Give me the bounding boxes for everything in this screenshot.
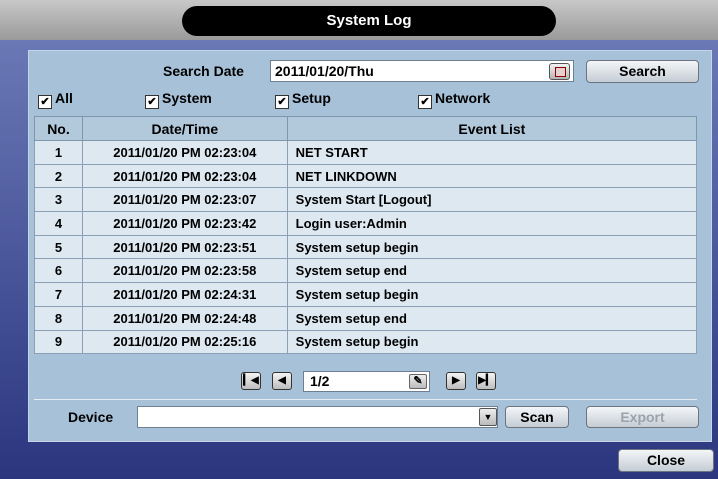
table-row[interactable]: 1 2011/01/20 PM 02:23:04 NET START — [34, 140, 698, 165]
table-row[interactable]: 5 2011/01/20 PM 02:23:51 System setup begi… — [34, 234, 698, 260]
table-row[interactable]: 8 2011/01/20 PM 02:24:48 System setup end — [34, 305, 698, 331]
row-datetime: 2011/01/20 PM 02:24:48 — [81, 305, 288, 331]
row-event: NET START — [286, 140, 698, 165]
check-icon: ✔ — [418, 95, 432, 109]
scan-button[interactable]: Scan — [505, 406, 569, 428]
filter-all-label: All — [55, 90, 73, 106]
row-event: System Start [Logout] — [286, 187, 698, 213]
filter-all-checkbox[interactable]: ✔ All — [38, 90, 73, 109]
row-no: 7 — [34, 282, 83, 307]
row-event: System setup begin — [286, 234, 698, 260]
row-event: System setup begin — [286, 329, 698, 355]
row-no: 6 — [34, 258, 83, 284]
row-event: Login user:Admin — [286, 211, 698, 236]
close-button[interactable]: Close — [618, 449, 714, 472]
column-header-datetime: Date/Time — [81, 116, 288, 141]
table-row[interactable]: 4 2011/01/20 PM 02:23:42 Login user:Admin — [34, 211, 698, 236]
system-log-window: System Log Search Date 2011/01/20/Thu Se… — [0, 0, 718, 479]
filter-network-checkbox[interactable]: ✔ Network — [418, 90, 491, 109]
export-button[interactable]: Export — [586, 406, 699, 428]
filter-setup-label: Setup — [292, 90, 331, 106]
device-label: Device — [68, 409, 114, 425]
row-datetime: 2011/01/20 PM 02:23:42 — [81, 211, 288, 236]
first-page-icon[interactable]: ▎◀ — [241, 372, 261, 390]
device-select[interactable] — [137, 406, 498, 428]
row-event: NET LINKDOWN — [286, 163, 698, 189]
table-row[interactable]: 2 2011/01/20 PM 02:23:04 NET LINKDOWN — [34, 163, 698, 189]
filter-system-label: System — [162, 90, 212, 106]
row-datetime: 2011/01/20 PM 02:24:31 — [81, 282, 288, 307]
column-header-event: Event List — [286, 116, 698, 141]
row-datetime: 2011/01/20 PM 02:23:04 — [81, 140, 288, 165]
event-log-table: No. Date/Time Event List 1 2011/01/20 PM … — [34, 116, 698, 355]
search-date-field[interactable]: 2011/01/20/Thu — [270, 60, 574, 82]
row-event: System setup begin — [286, 282, 698, 307]
search-date-label: Search Date — [163, 63, 244, 79]
table-header-row: No. Date/Time Event List — [34, 116, 698, 141]
title-bar: System Log — [0, 0, 718, 40]
row-datetime: 2011/01/20 PM 02:23:04 — [81, 163, 288, 189]
row-datetime: 2011/01/20 PM 02:25:16 — [81, 329, 288, 355]
divider — [34, 399, 697, 400]
row-no: 9 — [34, 329, 83, 355]
next-page-icon[interactable]: ▶ — [446, 372, 466, 390]
row-no: 5 — [34, 234, 83, 260]
check-icon: ✔ — [275, 95, 289, 109]
filter-network-label: Network — [435, 90, 491, 106]
table-row[interactable]: 7 2011/01/20 PM 02:24:31 System setup begi… — [34, 282, 698, 307]
pencil-icon[interactable]: ✎ — [409, 374, 427, 389]
row-datetime: 2011/01/20 PM 02:23:58 — [81, 258, 288, 284]
calendar-icon[interactable] — [549, 63, 570, 80]
row-no: 1 — [34, 140, 83, 165]
row-event: System setup end — [286, 305, 698, 331]
row-datetime: 2011/01/20 PM 02:23:07 — [81, 187, 288, 213]
column-header-no: No. — [34, 116, 83, 141]
window-title: System Log — [182, 6, 556, 36]
filter-system-checkbox[interactable]: ✔ System — [145, 90, 212, 109]
row-event: System setup end — [286, 258, 698, 284]
row-datetime: 2011/01/20 PM 02:23:51 — [81, 234, 288, 260]
prev-page-icon[interactable]: ◀ — [272, 372, 292, 390]
check-icon: ✔ — [38, 95, 52, 109]
row-no: 8 — [34, 305, 83, 331]
last-page-icon[interactable]: ▶▎ — [476, 372, 496, 390]
chevron-down-icon[interactable]: ▼ — [479, 408, 497, 426]
row-no: 2 — [34, 163, 83, 189]
filter-setup-checkbox[interactable]: ✔ Setup — [275, 90, 331, 109]
search-button[interactable]: Search — [586, 60, 699, 83]
row-no: 4 — [34, 211, 83, 236]
table-row[interactable]: 3 2011/01/20 PM 02:23:07 System Start [Log… — [34, 187, 698, 213]
table-row[interactable]: 9 2011/01/20 PM 02:25:16 System setup begi… — [34, 329, 698, 355]
check-icon: ✔ — [145, 95, 159, 109]
table-row[interactable]: 6 2011/01/20 PM 02:23:58 System setup end — [34, 258, 698, 284]
row-no: 3 — [34, 187, 83, 213]
